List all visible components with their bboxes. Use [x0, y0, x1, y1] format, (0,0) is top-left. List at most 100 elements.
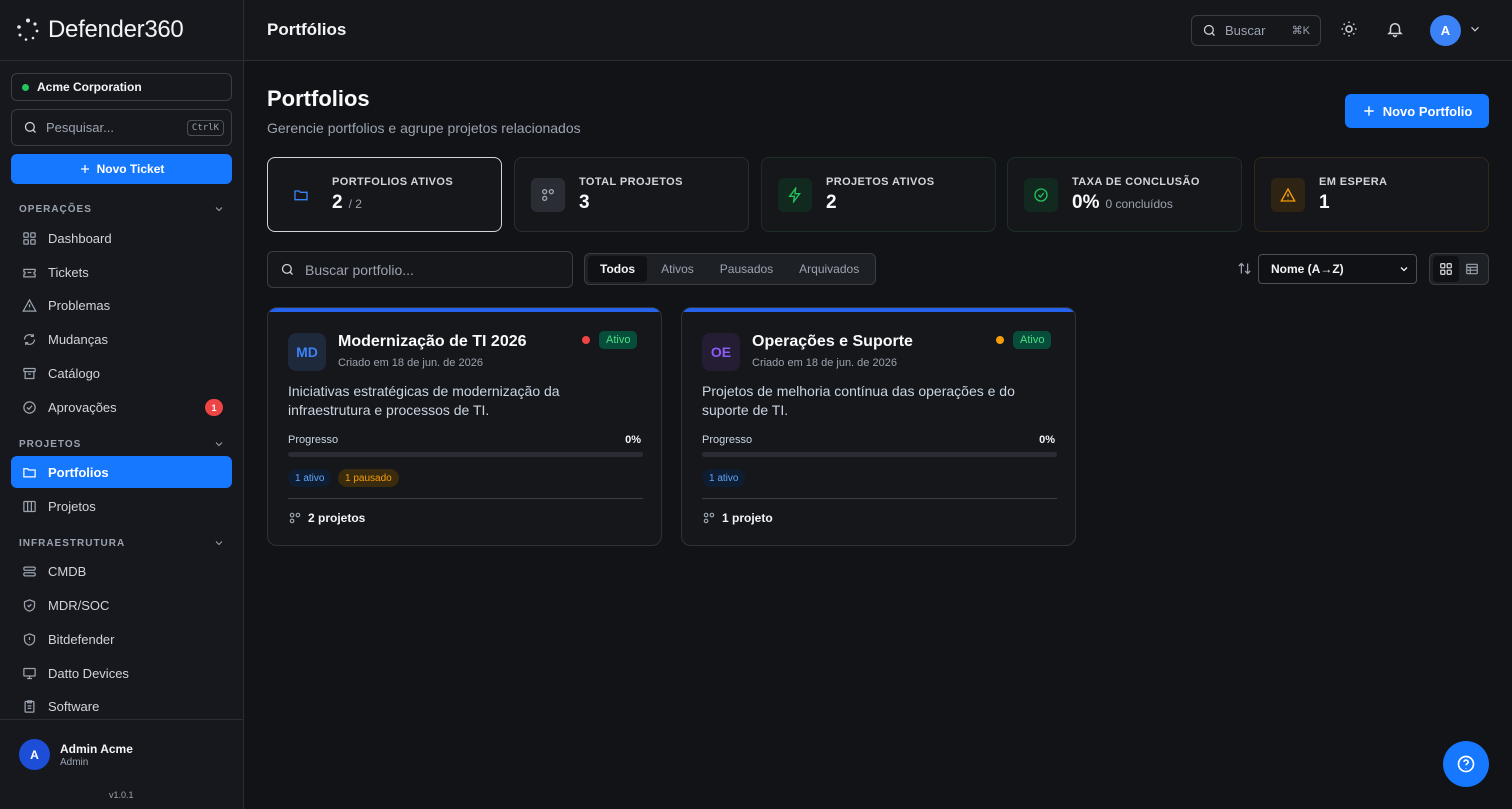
stat-taxa-conclusao[interactable]: TAXA DE CONCLUSÃO 0% 0 concluídos	[1007, 157, 1242, 232]
divider	[288, 498, 643, 499]
org-status-dot	[22, 83, 29, 91]
portfolio-card[interactable]: OE Operações e Suporte Criado em 18 de j…	[681, 307, 1076, 546]
sidebar-item-software[interactable]: Software	[11, 690, 232, 722]
org-switcher[interactable]: Acme Corporation	[11, 73, 232, 101]
stat-sub: / 2	[348, 196, 362, 211]
tab-todos[interactable]: Todos	[588, 256, 648, 282]
section-projetos[interactable]: PROJETOS	[19, 438, 225, 450]
table-icon	[1466, 263, 1478, 275]
card-accent-bar	[268, 308, 661, 312]
progress-value: 0%	[1039, 434, 1055, 446]
divider	[0, 60, 244, 61]
notifications-button[interactable]	[1386, 20, 1404, 38]
user-name: Admin Acme	[60, 741, 133, 756]
org-name: Acme Corporation	[37, 80, 142, 94]
logo-icon	[17, 18, 39, 41]
sidebar-search-input[interactable]: Pesquisar... CtrlK	[11, 109, 232, 146]
sidebar-item-portfolios[interactable]: Portfolios	[11, 456, 232, 488]
folder-icon	[294, 189, 308, 200]
stat-label: PROJETOS ATIVOS	[826, 175, 935, 188]
portfolio-initials: MD	[288, 333, 326, 371]
page-title: Portfolios	[267, 86, 370, 111]
portfolio-created-date: Criado em 18 de jun. de 2026	[752, 357, 897, 369]
header-title: Portfólios	[267, 20, 347, 39]
top-header: Portfólios Buscar ⌘K A	[244, 0, 1512, 61]
stat-icon	[1271, 177, 1305, 212]
app-logo[interactable]: Defender360	[16, 16, 184, 44]
sidebar-item-cmdb[interactable]: CMDB	[11, 555, 232, 587]
stat-label: TAXA DE CONCLUSÃO	[1072, 175, 1200, 188]
divider	[0, 719, 244, 720]
bell-icon	[1387, 23, 1403, 38]
grid-view-button[interactable]	[1433, 256, 1459, 282]
user-profile[interactable]: A Admin Acme Admin	[19, 739, 133, 770]
search-icon	[24, 121, 36, 133]
project-count-label: 2 projetos	[308, 511, 366, 525]
ticket-icon	[23, 268, 36, 277]
sidebar-item-catalogo[interactable]: Catálogo	[11, 357, 232, 389]
help-button[interactable]	[1443, 741, 1489, 787]
portfolio-name: Modernização de TI 2026	[338, 333, 527, 350]
new-portfolio-label: Novo Portfolio	[1382, 103, 1473, 119]
stat-label: PORTFOLIOS ATIVOS	[332, 175, 454, 188]
table-view-button[interactable]	[1459, 256, 1485, 282]
project-count: 1 projeto	[702, 511, 773, 525]
status-filter-tabs: Todos Ativos Pausados Arquivados	[584, 253, 876, 285]
warning-icon	[1280, 187, 1296, 202]
section-label: PROJETOS	[19, 438, 82, 450]
sidebar-item-projetos[interactable]: Projetos	[11, 490, 232, 522]
sort-select[interactable]: Nome (A→Z)	[1258, 254, 1417, 284]
chip-active-count: 1 ativo	[702, 469, 746, 487]
sidebar-item-dashboard[interactable]: Dashboard	[11, 222, 232, 254]
user-menu-chevron[interactable]	[1468, 22, 1482, 36]
stat-value: 0%	[1072, 191, 1100, 213]
new-portfolio-button[interactable]: Novo Portfolio	[1345, 94, 1489, 128]
stat-projetos-ativos[interactable]: PROJETOS ATIVOS 2	[761, 157, 996, 232]
stat-value: 2	[826, 191, 837, 213]
folder-icon	[23, 467, 36, 477]
sidebar-item-datto-devices[interactable]: Datto Devices	[11, 657, 232, 689]
sidebar-item-aprovacoes[interactable]: Aprovações 1	[11, 391, 232, 423]
stat-em-espera[interactable]: EM ESPERA 1	[1254, 157, 1489, 232]
plus-icon	[80, 165, 89, 173]
sidebar-item-bitdefender[interactable]: Bitdefender	[11, 623, 232, 655]
stat-icon	[778, 177, 812, 212]
sidebar-item-label: Catálogo	[48, 365, 101, 381]
sidebar-item-problemas[interactable]: Problemas	[11, 289, 232, 321]
section-infraestrutura[interactable]: INFRAESTRUTURA	[19, 537, 225, 549]
user-menu-avatar[interactable]: A	[1430, 15, 1461, 46]
grid-icon	[1440, 263, 1452, 275]
stat-icon	[284, 178, 318, 212]
search-icon	[1203, 24, 1215, 36]
sort-order-button[interactable]	[1237, 261, 1252, 276]
tab-arquivados[interactable]: Arquivados	[787, 256, 871, 282]
sidebar-item-tickets[interactable]: Tickets	[11, 256, 232, 288]
section-label: OPERAÇÕES	[19, 203, 92, 215]
stat-value: 3	[579, 191, 590, 213]
portfolio-search-input[interactable]: Buscar portfolio...	[267, 251, 573, 288]
divider	[702, 498, 1057, 499]
sidebar-item-mdr-soc[interactable]: MDR/SOC	[11, 589, 232, 621]
tab-pausados[interactable]: Pausados	[708, 256, 785, 282]
stat-icon	[1024, 177, 1058, 212]
progress-label: Progresso	[702, 434, 753, 446]
tab-ativos[interactable]: Ativos	[649, 256, 706, 282]
dashboard-icon	[23, 231, 36, 245]
stat-portfolios-ativos[interactable]: PORTFOLIOS ATIVOS 2 / 2	[267, 157, 502, 232]
global-search-button[interactable]: Buscar ⌘K	[1191, 15, 1321, 46]
chevron-down-icon	[215, 442, 223, 447]
theme-toggle-button[interactable]	[1340, 20, 1358, 38]
section-operacoes[interactable]: OPERAÇÕES	[19, 203, 225, 215]
stat-total-projetos[interactable]: TOTAL PROJETOS 3	[514, 157, 749, 232]
shield-alert-icon	[23, 632, 36, 646]
portfolio-card[interactable]: MD Modernização de TI 2026 Criado em 18 …	[267, 307, 662, 546]
section-label: INFRAESTRUTURA	[19, 537, 126, 549]
shapes-icon	[289, 512, 301, 524]
sidebar-item-label: Portfolios	[48, 464, 109, 480]
chip-active-count: 1 ativo	[288, 469, 332, 487]
sidebar-item-mudancas[interactable]: Mudanças	[11, 323, 232, 355]
new-ticket-button[interactable]: Novo Ticket	[11, 154, 232, 184]
avatar: A	[19, 739, 50, 770]
progress-bar	[702, 452, 1057, 457]
sidebar-item-label: Dashboard	[48, 230, 112, 246]
